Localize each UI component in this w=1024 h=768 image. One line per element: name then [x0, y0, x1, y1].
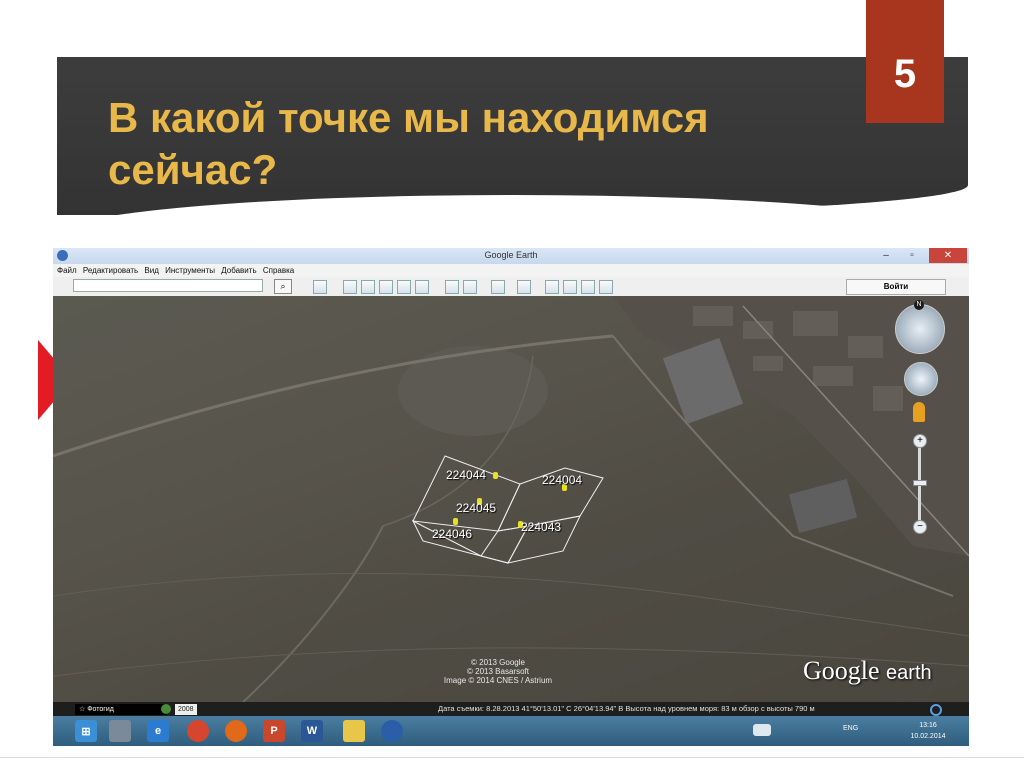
- logo-google-text: Google: [803, 656, 880, 685]
- keyboard-icon[interactable]: [753, 724, 771, 736]
- internet-explorer-icon[interactable]: e: [147, 720, 169, 742]
- email-icon[interactable]: [545, 280, 559, 294]
- ruler-icon[interactable]: [517, 280, 531, 294]
- signin-button[interactable]: Войти: [846, 279, 946, 295]
- firefox-icon[interactable]: [225, 720, 247, 742]
- overlay-icon[interactable]: [397, 280, 411, 294]
- plot-label[interactable]: 224043: [521, 520, 561, 534]
- slide-title: В какой точке мы находимся сейчас?: [108, 94, 709, 193]
- credit-line: © 2013 Basarsoft: [467, 667, 529, 676]
- menu-tools[interactable]: Инструменты: [165, 264, 215, 277]
- slide-number: 5: [866, 0, 944, 123]
- terrain-layer: [53, 296, 969, 702]
- language-indicator[interactable]: ENG: [843, 725, 858, 732]
- imagery-credits: © 2013 Google © 2013 Basarsoft Image © 2…: [428, 658, 568, 685]
- plot-label[interactable]: 224045: [456, 501, 496, 515]
- planets-icon[interactable]: [491, 280, 505, 294]
- chrome-icon[interactable]: [187, 720, 209, 742]
- plot-pin-icon[interactable]: [493, 472, 498, 479]
- minimize-button[interactable]: –: [875, 248, 897, 263]
- status-info: Дата съемки: 8.28.2013 41°50'13.01" С 26…: [438, 704, 815, 713]
- clock-time: 13:16: [919, 722, 937, 729]
- imagery-year-badge[interactable]: 2008: [175, 704, 197, 715]
- sunlight-icon[interactable]: [463, 280, 477, 294]
- sidebar-toggle-icon[interactable]: [313, 280, 327, 294]
- maps-icon[interactable]: [599, 280, 613, 294]
- path-icon[interactable]: [379, 280, 393, 294]
- credit-line: © 2013 Google: [471, 658, 525, 667]
- plot-label[interactable]: 224046: [432, 527, 472, 541]
- navigation-compass[interactable]: [895, 304, 945, 354]
- tour-guide-button[interactable]: ☆ Фотогид: [75, 704, 167, 715]
- look-joystick[interactable]: [904, 362, 938, 396]
- streaming-indicator-icon: [930, 704, 942, 716]
- search-input[interactable]: [73, 279, 263, 292]
- print-icon[interactable]: [563, 280, 577, 294]
- plot-pin-icon[interactable]: [453, 518, 458, 525]
- placemark-icon[interactable]: [343, 280, 357, 294]
- menu-view[interactable]: Вид: [144, 264, 158, 277]
- historical-imagery-icon[interactable]: [161, 704, 171, 714]
- toolbar: ⌕ Войти: [53, 277, 969, 297]
- windows-taskbar: ⊞ e P W ENG 13:16 10.02.2014: [53, 716, 969, 746]
- folder-icon[interactable]: [343, 720, 365, 742]
- google-earth-task-icon[interactable]: [381, 720, 403, 742]
- save-image-icon[interactable]: [581, 280, 595, 294]
- record-tour-icon[interactable]: [415, 280, 429, 294]
- search-icon[interactable]: ⌕: [274, 279, 292, 294]
- clock-date: 10.02.2014: [910, 733, 946, 740]
- street-view-pegman-icon[interactable]: [913, 402, 925, 422]
- menu-edit[interactable]: Редактировать: [83, 264, 138, 277]
- logo-earth-text: earth: [886, 662, 932, 684]
- powerpoint-icon[interactable]: P: [263, 720, 285, 742]
- historical-imagery-icon[interactable]: [445, 280, 459, 294]
- zoom-out-button[interactable]: −: [913, 520, 927, 534]
- menu-help[interactable]: Справка: [263, 264, 294, 277]
- north-indicator[interactable]: N: [914, 300, 924, 310]
- google-earth-window: Google Earth – ▫ ✕ Файл Редактировать Ви…: [53, 248, 969, 746]
- word-icon[interactable]: W: [301, 720, 323, 742]
- map-view[interactable]: 224044 224004 224045 224043 224046 N + −…: [53, 296, 969, 702]
- plot-label[interactable]: 224044: [446, 468, 486, 482]
- credit-line: Image © 2014 CNES / Astrium: [443, 676, 553, 685]
- maximize-button[interactable]: ▫: [898, 248, 926, 263]
- status-bar: ☆ Фотогид 2008 Дата съемки: 8.28.2013 41…: [53, 702, 969, 716]
- window-titlebar: Google Earth – ▫ ✕: [53, 248, 969, 264]
- explorer-icon[interactable]: [109, 720, 131, 742]
- window-title: Google Earth: [484, 250, 538, 260]
- zoom-in-button[interactable]: +: [913, 434, 927, 448]
- menu-file[interactable]: Файл: [57, 264, 77, 277]
- menu-bar: Файл Редактировать Вид Инструменты Добав…: [53, 264, 969, 277]
- close-button[interactable]: ✕: [929, 248, 967, 263]
- menu-add[interactable]: Добавить: [221, 264, 256, 277]
- slide-bottom-line: [0, 757, 1024, 758]
- plot-label[interactable]: 224004: [542, 473, 582, 487]
- start-icon[interactable]: ⊞: [75, 720, 97, 742]
- polygon-icon[interactable]: [361, 280, 375, 294]
- zoom-slider-thumb[interactable]: [913, 480, 927, 486]
- taskbar-clock[interactable]: 13:16 10.02.2014: [898, 720, 958, 742]
- google-earth-logo: Google earth: [803, 656, 932, 686]
